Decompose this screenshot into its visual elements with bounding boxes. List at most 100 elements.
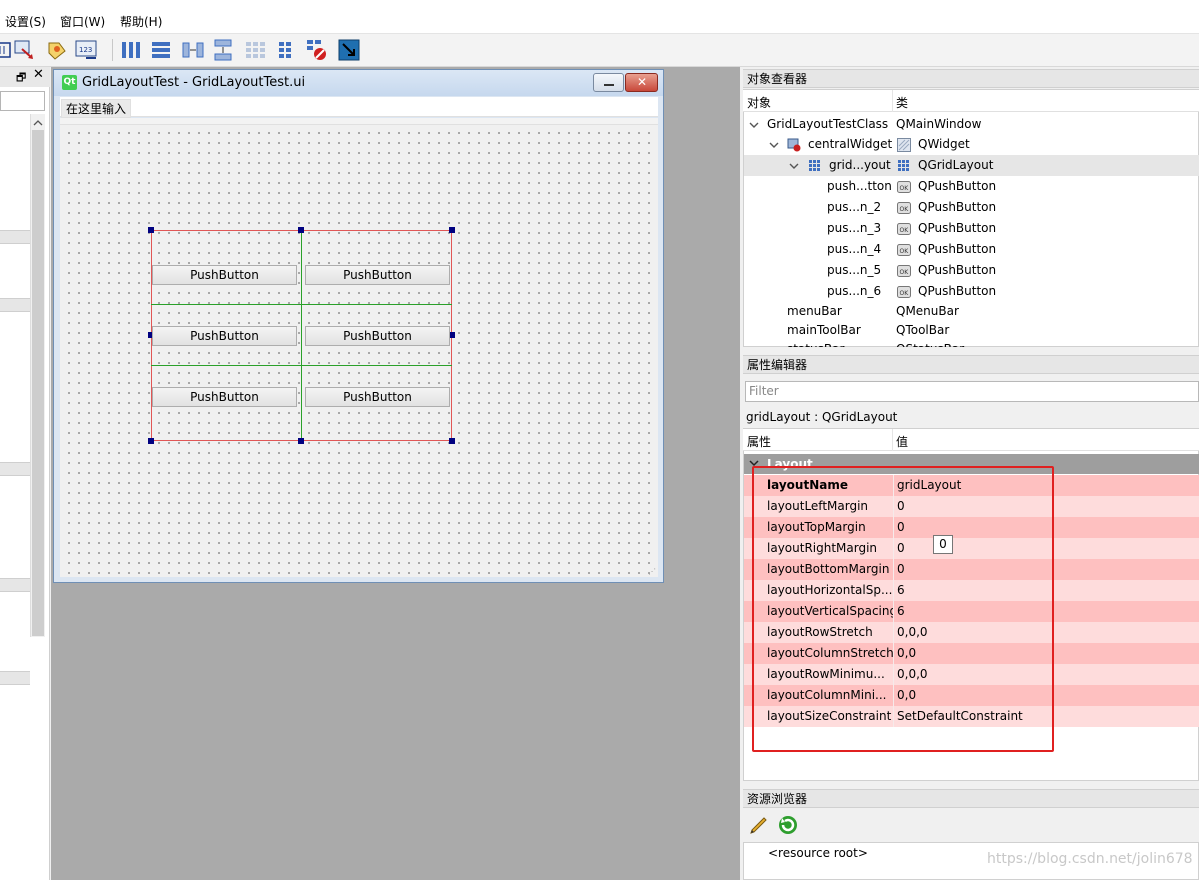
resize-handle[interactable]	[148, 438, 154, 444]
resize-handle[interactable]	[148, 227, 154, 233]
push-button[interactable]: PushButton	[152, 265, 297, 285]
push-button[interactable]: PushButton	[305, 265, 450, 285]
reload-icon[interactable]	[776, 813, 800, 837]
menu-settings[interactable]: 设置(S)	[5, 13, 46, 30]
object-tree-row[interactable]: push...tton OK QPushButton	[744, 176, 1199, 197]
object-name: statusBar	[787, 339, 844, 347]
layout-vertical-splitter-icon[interactable]	[210, 37, 236, 63]
object-tree-row[interactable]: pus...n_6 OK QPushButton	[744, 281, 1199, 302]
property-editor-header: 属性 值	[743, 429, 1199, 451]
object-class: QMainWindow	[896, 117, 982, 131]
layout-horizontal-splitter-icon[interactable]	[180, 37, 206, 63]
push-button[interactable]: PushButton	[152, 326, 297, 346]
object-tree-row[interactable]: menuBar QMenuBar	[744, 301, 1199, 322]
form-window[interactable]: Qt GridLayoutTest - GridLayoutTest.ui ✕ …	[53, 69, 664, 583]
close-button[interactable]: ✕	[625, 73, 658, 92]
column-value[interactable]: 值	[896, 433, 908, 450]
object-tree-row[interactable]: centralWidget QWidget	[744, 134, 1199, 155]
chevron-down-icon[interactable]	[768, 139, 780, 151]
edit-tab-order-icon[interactable]: 123	[74, 37, 100, 63]
object-tree-row[interactable]: pus...n_4 OK QPushButton	[744, 239, 1199, 260]
object-class: QPushButton	[918, 200, 997, 214]
object-name: grid...yout	[829, 158, 891, 172]
object-tree-row[interactable]: grid...yout QGridLayout	[744, 155, 1199, 176]
object-name: pus...n_4	[827, 242, 882, 256]
widget-category-header[interactable]	[0, 671, 30, 685]
push-button[interactable]: PushButton	[152, 387, 297, 407]
resize-handle[interactable]	[449, 227, 455, 233]
object-name: pus...n_3	[827, 221, 882, 235]
object-tree-row[interactable]: pus...n_5 OK QPushButton	[744, 260, 1199, 281]
object-class: QStatusBar	[896, 339, 964, 347]
widget-class-icon	[897, 138, 911, 152]
close-dock-icon[interactable]: ✕	[33, 67, 44, 82]
edit-signals-slots-icon[interactable]	[12, 37, 38, 63]
object-name: mainToolBar	[787, 323, 861, 337]
widget-icon	[787, 138, 801, 152]
watermark: https://blog.csdn.net/jolin678	[987, 851, 1193, 867]
layout-vertically-icon[interactable]	[148, 37, 174, 63]
svg-text:OK: OK	[900, 290, 910, 297]
object-class: QPushButton	[918, 221, 997, 235]
chevron-down-icon[interactable]	[748, 119, 760, 131]
push-button[interactable]: PushButton	[305, 387, 450, 407]
adjust-size-icon[interactable]	[336, 37, 362, 63]
size-grip-icon[interactable]: ⋰	[648, 567, 656, 576]
grid-row-divider	[151, 365, 452, 366]
column-object[interactable]: 对象	[747, 94, 771, 111]
widget-category-header[interactable]	[0, 462, 30, 476]
grid-column-divider	[301, 230, 302, 441]
form-title-bar[interactable]: Qt GridLayoutTest - GridLayoutTest.ui ✕	[54, 70, 663, 96]
menu-help[interactable]: 帮助(H)	[120, 13, 162, 30]
widget-box-scrollbar[interactable]	[30, 114, 45, 637]
layout-form-icon[interactable]	[242, 37, 268, 63]
object-class: QPushButton	[918, 263, 997, 277]
grid-layout-icon	[808, 159, 821, 172]
widget-box-title-bar: 🗗 ✕	[0, 67, 50, 87]
menu-type-here[interactable]: 在这里输入	[61, 99, 132, 118]
widget-category-header[interactable]	[0, 298, 30, 312]
resize-handle[interactable]	[298, 438, 304, 444]
layout-grid-icon[interactable]	[272, 37, 298, 63]
object-tree-row[interactable]: pus...n_3 OK QPushButton	[744, 218, 1199, 239]
push-button[interactable]: PushButton	[305, 326, 450, 346]
object-name: pus...n_6	[827, 284, 882, 298]
float-dock-icon[interactable]: 🗗	[16, 69, 26, 88]
object-name: GridLayoutTestClass	[767, 117, 889, 131]
layout-horizontally-icon[interactable]	[118, 37, 144, 63]
resource-root-item[interactable]: <resource root>	[768, 846, 868, 860]
object-class: QWidget	[918, 137, 970, 151]
object-class: QPushButton	[918, 242, 997, 256]
svg-text:123: 123	[79, 46, 92, 54]
object-tree-row[interactable]: mainToolBar QToolBar	[744, 320, 1199, 341]
property-filter-input[interactable]: Filter	[745, 381, 1199, 402]
object-tree-row[interactable]: statusBar QStatusBar	[744, 339, 1199, 347]
resize-handle[interactable]	[449, 438, 455, 444]
edit-buddies-icon[interactable]	[44, 37, 70, 63]
object-class: QPushButton	[918, 284, 997, 298]
resize-handle[interactable]	[298, 227, 304, 233]
object-name: pus...n_2	[827, 200, 882, 214]
minimize-icon	[604, 84, 614, 86]
widget-category-header[interactable]	[0, 578, 30, 592]
push-button-class-icon: OK	[897, 201, 911, 214]
break-layout-icon[interactable]	[304, 37, 330, 63]
toolbar: 123	[0, 34, 1199, 67]
object-tree-row[interactable]: pus...n_2 OK QPushButton	[744, 197, 1199, 218]
column-class[interactable]: 类	[896, 94, 908, 111]
widget-category-header[interactable]	[0, 230, 30, 244]
object-name: menuBar	[787, 304, 842, 318]
object-class: QMenuBar	[896, 304, 959, 318]
svg-text:OK: OK	[900, 227, 910, 234]
pencil-edit-icon[interactable]	[747, 813, 771, 837]
chevron-down-icon[interactable]	[788, 160, 800, 172]
object-tree-row[interactable]: GridLayoutTestClass QMainWindow	[744, 114, 1199, 135]
column-property[interactable]: 属性	[747, 433, 771, 450]
menu-window[interactable]: 窗口(W)	[60, 13, 105, 30]
object-class: QGridLayout	[918, 158, 994, 172]
central-widget[interactable]: PushButton PushButton PushButton PushBut…	[60, 125, 658, 577]
minimize-button[interactable]	[593, 73, 624, 92]
qt-designer-window: 设置(S) 窗口(W) 帮助(H) 123 🗗 ✕ Qt GridLayoutT…	[0, 0, 1199, 880]
property-object-label: gridLayout : QGridLayout	[746, 410, 898, 424]
widget-filter-input[interactable]	[0, 91, 45, 111]
